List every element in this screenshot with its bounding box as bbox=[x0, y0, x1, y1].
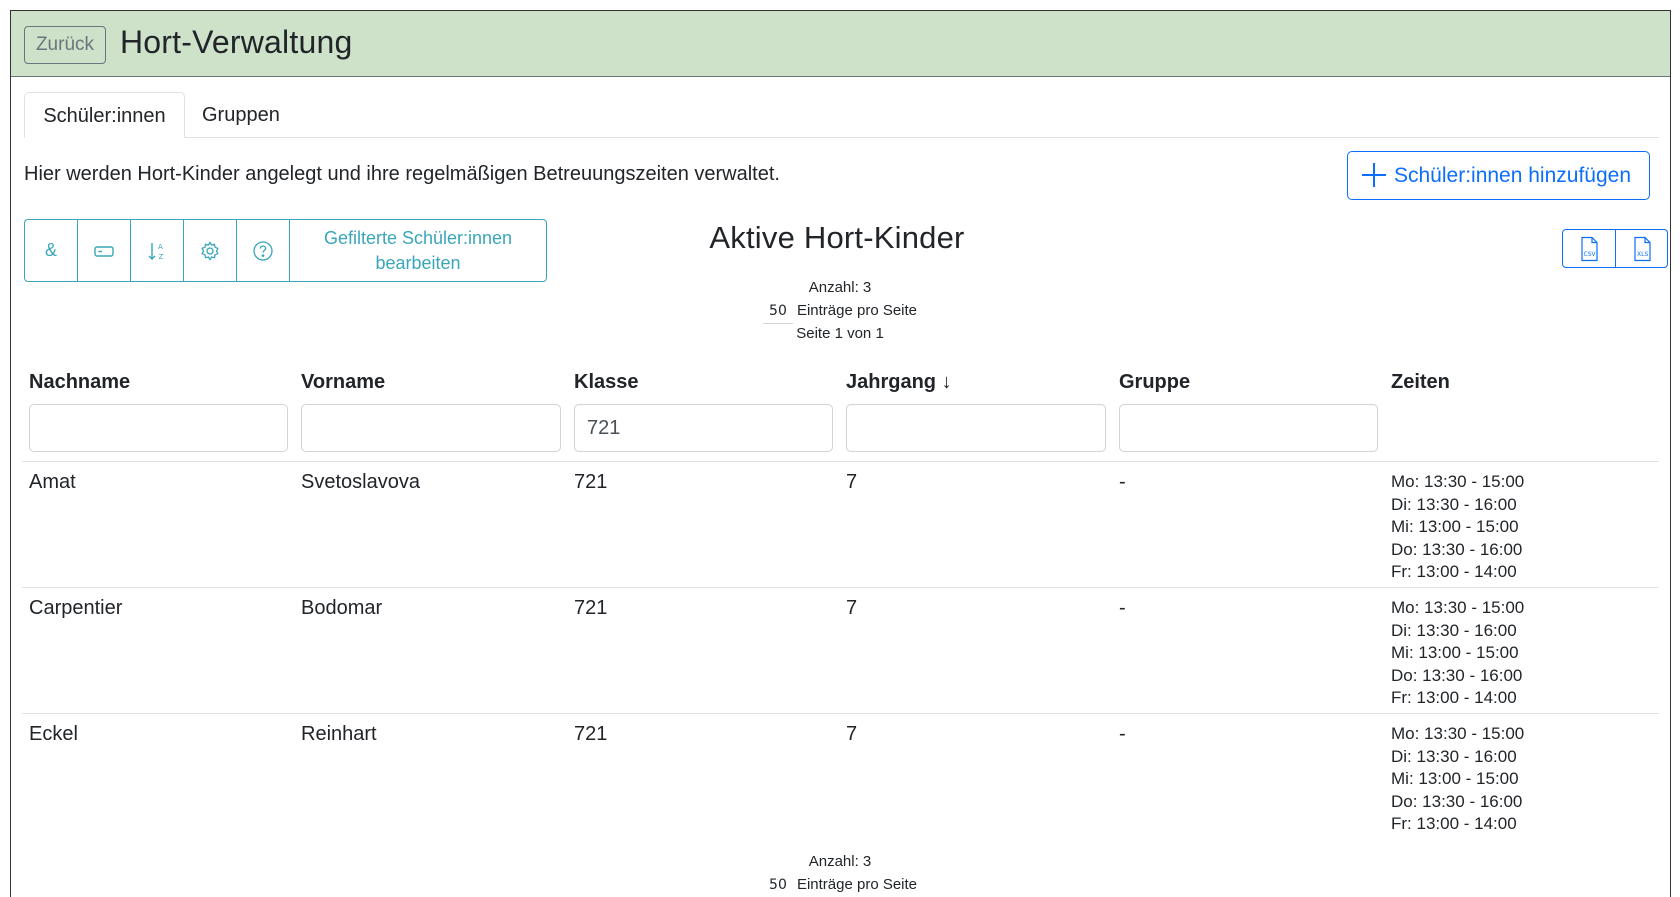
cell-nachname: Amat bbox=[29, 471, 76, 493]
column-header-vorname[interactable]: Vorname bbox=[301, 371, 385, 394]
column-header-klasse[interactable]: Klasse bbox=[574, 371, 639, 394]
page-indicator: Seite 1 von 1 bbox=[796, 325, 884, 342]
filter-vorname-input[interactable] bbox=[301, 404, 561, 452]
per-page-label: Einträge pro Seite bbox=[796, 876, 918, 893]
column-header-gruppe[interactable]: Gruppe bbox=[1119, 371, 1190, 394]
add-students-label: Schüler:innen hinzufügen bbox=[1394, 164, 1632, 187]
back-button[interactable]: Zurück bbox=[24, 26, 106, 64]
time-entry: Fr: 13:00 - 14:00 bbox=[1391, 562, 1517, 581]
per-page-row: 50 Einträge pro Seite bbox=[0, 299, 1680, 324]
page-description: Hier werden Hort-Kinder angelegt und ihr… bbox=[24, 163, 780, 185]
time-entry: Mi: 13:00 - 15:00 bbox=[1391, 769, 1519, 788]
time-entry: Mi: 13:00 - 15:00 bbox=[1391, 643, 1519, 662]
time-entry: Do: 13:30 - 16:00 bbox=[1391, 539, 1523, 559]
time-entry: Fr: 13:00 - 14:00 bbox=[1391, 814, 1517, 833]
per-page-row: 50 Einträge pro Seite bbox=[0, 873, 1680, 896]
list-title-text: Aktive Hort-Kinder bbox=[709, 220, 965, 255]
filter-gruppe-input[interactable] bbox=[1119, 404, 1378, 452]
column-header-jahrgang[interactable]: Jahrgang ↓ bbox=[846, 371, 952, 394]
record-count: Anzahl: 3 bbox=[808, 279, 872, 296]
pager-top: Anzahl: 3 50 Einträge pro Seite Seite 1 v… bbox=[0, 276, 1680, 345]
record-count: Anzahl: 3 bbox=[808, 853, 872, 870]
filter-klasse-input[interactable]: 721 bbox=[574, 404, 833, 452]
cell-jahrgang: 7 bbox=[846, 723, 858, 745]
cell-klasse: 721 bbox=[574, 723, 608, 745]
column-header-nachname[interactable]: Nachname bbox=[29, 371, 130, 394]
per-page-input[interactable]: 50 bbox=[763, 874, 793, 897]
column-header-zeiten: Zeiten bbox=[1391, 371, 1450, 393]
time-entry: Do: 13:30 - 16:00 bbox=[1391, 791, 1523, 811]
table-row[interactable]: Carpentier Bodomar 721 7 - Mo: 13:30 - 1… bbox=[22, 588, 1659, 714]
time-entry: Do: 13:30 - 16:00 bbox=[1391, 665, 1523, 685]
cell-klasse: 721 bbox=[574, 471, 608, 493]
cell-gruppe: - bbox=[1119, 597, 1126, 619]
cell-nachname: Carpentier bbox=[29, 597, 123, 619]
table-row[interactable]: Amat Svetoslavova 721 7 - Mo: 13:30 - 15… bbox=[22, 462, 1659, 588]
cell-jahrgang: 7 bbox=[846, 597, 858, 619]
tab-gruppen[interactable]: Gruppen bbox=[186, 92, 296, 138]
cell-jahrgang: 7 bbox=[846, 471, 858, 493]
time-entry: Mo: 13:30 - 15:00 bbox=[1391, 724, 1525, 743]
cell-vorname: Svetoslavova bbox=[301, 471, 420, 493]
time-entry: Mi: 13:00 - 15:00 bbox=[1391, 517, 1519, 536]
cell-vorname: Bodomar bbox=[301, 597, 383, 619]
cell-nachname: Eckel bbox=[29, 723, 78, 745]
cell-zeiten: Mo: 13:30 - 15:00 Di: 13:30 - 16:00 Mi: … bbox=[1391, 597, 1524, 710]
tab-schuelerinnen[interactable]: Schüler:innen bbox=[24, 92, 185, 138]
filter-jahrgang-input[interactable] bbox=[846, 404, 1106, 452]
time-entry: Fr: 13:00 - 14:00 bbox=[1391, 688, 1517, 707]
per-page-label: Einträge pro Seite bbox=[796, 302, 918, 319]
cell-zeiten: Mo: 13:30 - 15:00 Di: 13:30 - 16:00 Mi: … bbox=[1391, 723, 1524, 836]
list-title: Aktive Hort-Kinder bbox=[0, 220, 1680, 256]
cell-zeiten: Mo: 13:30 - 15:00 Di: 13:30 - 16:00 Mi: … bbox=[1391, 471, 1524, 584]
filter-nachname-input[interactable] bbox=[29, 404, 288, 452]
cell-vorname: Reinhart bbox=[301, 723, 377, 745]
table-row[interactable]: Eckel Reinhart 721 7 - Mo: 13:30 - 15:00… bbox=[22, 714, 1659, 840]
page-title: Hort-Verwaltung bbox=[120, 24, 353, 60]
tab-bar: Schüler:innen Gruppen bbox=[24, 92, 1659, 138]
header-bar: Zurück Hort-Verwaltung bbox=[11, 11, 1670, 77]
time-entry: Di: 13:30 - 16:00 bbox=[1391, 620, 1517, 640]
time-entry: Di: 13:30 - 16:00 bbox=[1391, 494, 1517, 514]
time-entry: Di: 13:30 - 16:00 bbox=[1391, 746, 1517, 766]
time-entry: Mo: 13:30 - 15:00 bbox=[1391, 472, 1525, 491]
cell-klasse: 721 bbox=[574, 597, 608, 619]
pager-bottom: Anzahl: 3 50 Einträge pro Seite bbox=[0, 850, 1680, 896]
cell-gruppe: - bbox=[1119, 471, 1126, 493]
cell-gruppe: - bbox=[1119, 723, 1126, 745]
plus-icon bbox=[1362, 163, 1386, 187]
per-page-input[interactable]: 50 bbox=[762, 300, 793, 324]
add-students-button[interactable]: Schüler:innen hinzufügen bbox=[1347, 151, 1650, 200]
time-entry: Mo: 13:30 - 15:00 bbox=[1391, 598, 1525, 617]
